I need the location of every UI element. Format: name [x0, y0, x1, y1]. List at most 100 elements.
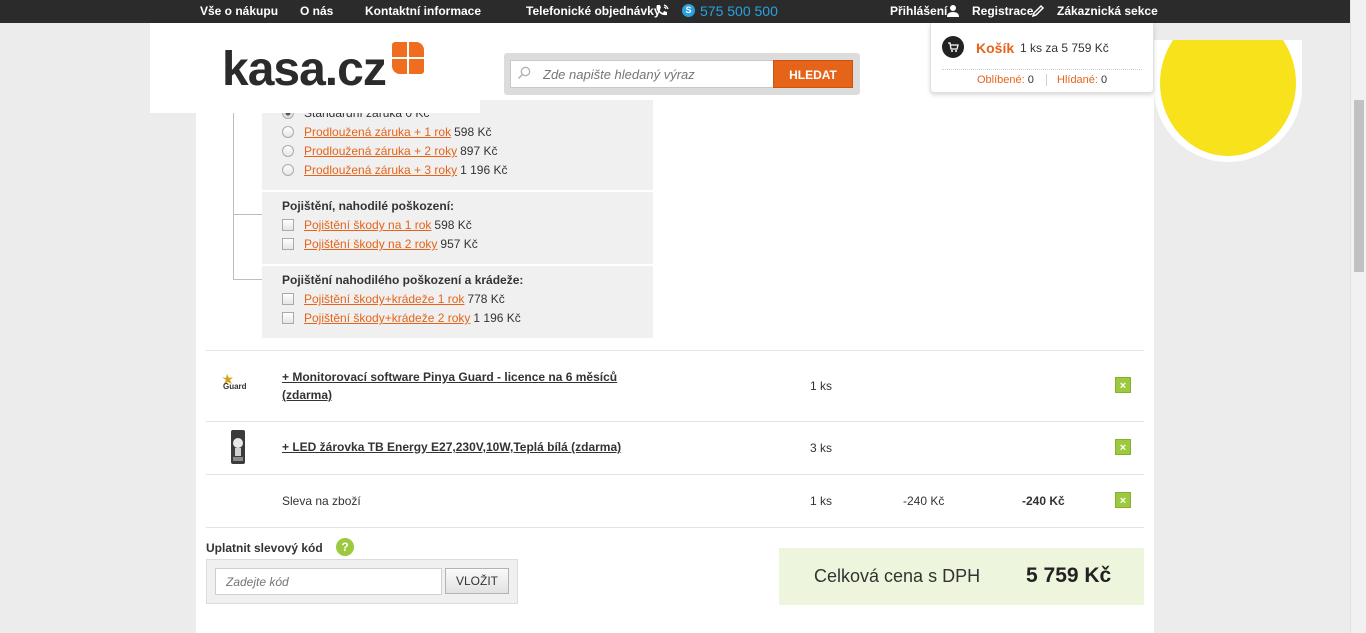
group-title: Pojištění nahodilého poškození a krádeže…: [282, 273, 524, 287]
total-price-value: 5 759 Kč: [1026, 564, 1112, 587]
product-link-led-bulb[interactable]: + LED žárovka TB Energy E27,230V,10W,Tep…: [282, 438, 621, 456]
total-price-label: Celková cena s DPH: [814, 566, 981, 586]
cart-summary: 1 ks za 5 759 Kč: [1020, 41, 1109, 55]
product-name-line: + Monitorovací software Pinya Guard - li…: [282, 370, 618, 384]
line-total: -240 Kč: [1022, 494, 1065, 508]
warranty-option[interactable]: Prodloužená záruka + 2 roky 897 Kč: [282, 144, 497, 158]
logo[interactable]: kasa.cz: [222, 42, 387, 98]
logo-tile: [409, 42, 424, 57]
favorites-count: 0: [1027, 74, 1034, 86]
user-icon: [946, 4, 960, 18]
insurance-theft-options: Pojištění nahodilého poškození a krádeže…: [262, 266, 653, 338]
thumbnail-text: Guard: [223, 382, 247, 391]
link-contact[interactable]: Kontaktní informace: [365, 4, 481, 18]
search-input[interactable]: [510, 60, 774, 88]
checkbox[interactable]: [282, 238, 294, 250]
option-link[interactable]: Pojištění škody+krádeže 1 rok: [304, 292, 464, 306]
cart-widget[interactable]: [930, 23, 1154, 93]
divider: [1046, 74, 1047, 86]
product-thumbnail-pinya-guard[interactable]: Guard: [219, 372, 253, 396]
phone-number[interactable]: 575 500 500: [700, 3, 778, 19]
option-price: 778 Kč: [467, 292, 505, 306]
discount-code-title: Uplatnit slevový kód: [206, 541, 323, 555]
tree-line: [233, 279, 262, 280]
cart-title[interactable]: Košík: [976, 40, 1014, 56]
apply-code-button[interactable]: VLOŽIT: [445, 568, 509, 594]
option-price: 1 196 Kč: [460, 163, 508, 177]
radio-button[interactable]: [282, 126, 294, 138]
warranty-option[interactable]: Prodloužená záruka + 1 rok 598 Kč: [282, 125, 491, 139]
group-title: Pojištění, nahodilé poškození:: [282, 199, 455, 213]
phone-icon: [654, 3, 670, 19]
checkbox[interactable]: [282, 312, 294, 324]
warranty-option[interactable]: Prodloužená záruka + 3 roky 1 196 Kč: [282, 163, 507, 177]
search-button[interactable]: HLEDAT: [773, 60, 853, 88]
pencil-icon: [1031, 4, 1045, 18]
tree-line: [233, 214, 262, 215]
remove-button[interactable]: ×: [1115, 439, 1131, 455]
divider: [206, 421, 1144, 422]
option-price: 957 Kč: [440, 237, 478, 251]
promo-badge-fill: [1160, 40, 1296, 156]
option-price: 598 Kč: [454, 125, 492, 139]
link-about-shopping[interactable]: Vše o nákupu: [200, 4, 278, 18]
divider: [206, 527, 1144, 528]
quantity: 1 ks: [810, 379, 833, 393]
remove-button[interactable]: ×: [1115, 377, 1131, 393]
radio-button[interactable]: [282, 164, 294, 176]
logo-tile: [409, 59, 424, 74]
cart-icon[interactable]: [942, 36, 964, 58]
radio-button[interactable]: [282, 145, 294, 157]
checkbox[interactable]: [282, 293, 294, 305]
top-bar: Vše o nákupu O nás Kontaktní informace T…: [0, 0, 1350, 23]
option-link[interactable]: Pojištění škody+krádeže 2 roky: [304, 311, 470, 325]
option-price: 1 196 Kč: [473, 311, 521, 325]
insurance-option[interactable]: Pojištění škody+krádeže 1 rok 778 Kč: [282, 292, 505, 306]
logo-tile: [392, 59, 407, 74]
warranty-options: Standardní záruka 0 Kč Prodloužená záruk…: [262, 100, 653, 190]
discount-item-name: Sleva na zboží: [282, 494, 361, 508]
insurance-option[interactable]: Pojištění škody+krádeže 2 roky 1 196 Kč: [282, 311, 521, 325]
logo-mark-icon: [392, 42, 425, 75]
watched-label: Hlídané:: [1057, 74, 1098, 86]
option-price: 598 Kč: [434, 218, 472, 232]
product-name-line: (zdarma): [282, 388, 333, 402]
link-about-us[interactable]: O nás: [300, 4, 333, 18]
link-customer-section[interactable]: Zákaznická sekce: [1057, 4, 1158, 18]
link-login[interactable]: Přihlášení: [890, 4, 947, 18]
scrollbar[interactable]: [1350, 0, 1366, 633]
watched-link[interactable]: Hlídané: 0: [1057, 74, 1107, 86]
quantity: 3 ks: [810, 441, 833, 455]
link-register[interactable]: Registrace: [972, 4, 1033, 18]
divider: [942, 69, 1142, 70]
divider: [206, 350, 1144, 351]
remove-button[interactable]: ×: [1115, 492, 1131, 508]
phone-orders-label: Telefonické objednávky: [526, 4, 661, 18]
help-icon[interactable]: ?: [336, 538, 354, 556]
tree-line: [233, 113, 234, 280]
option-link[interactable]: Pojištění škody na 2 roky: [304, 237, 437, 251]
unit-price: -240 Kč: [903, 494, 945, 508]
scrollbar-thumb[interactable]: [1354, 100, 1364, 272]
insurance-option[interactable]: Pojištění škody na 1 rok 598 Kč: [282, 218, 472, 232]
favorites-link[interactable]: Oblíbené: 0: [977, 74, 1034, 86]
skype-icon[interactable]: S: [682, 4, 695, 17]
quantity: 1 ks: [810, 494, 833, 508]
checkbox[interactable]: [282, 219, 294, 231]
option-link[interactable]: Pojištění škody na 1 rok: [304, 218, 431, 232]
option-link[interactable]: Prodloužená záruka + 1 rok: [304, 125, 451, 139]
favorites-label: Oblíbené:: [977, 74, 1025, 86]
product-thumbnail-led-bulb[interactable]: [228, 429, 248, 465]
logo-tile: [392, 42, 407, 57]
option-link[interactable]: Prodloužená záruka + 2 roky: [304, 144, 457, 158]
option-link[interactable]: Prodloužená záruka + 3 roky: [304, 163, 457, 177]
option-price: 897 Kč: [460, 144, 498, 158]
discount-code-input[interactable]: [215, 568, 442, 595]
promo-badge[interactable]: [1154, 40, 1302, 162]
insurance-option[interactable]: Pojištění škody na 2 roky 957 Kč: [282, 237, 478, 251]
insurance-damage-options: Pojištění, nahodilé poškození: Pojištění…: [262, 192, 653, 264]
search-icon: [517, 66, 531, 80]
watched-count: 0: [1101, 74, 1108, 86]
product-link-pinya-guard[interactable]: + Monitorovací software Pinya Guard - li…: [282, 368, 617, 404]
divider: [206, 474, 1144, 475]
